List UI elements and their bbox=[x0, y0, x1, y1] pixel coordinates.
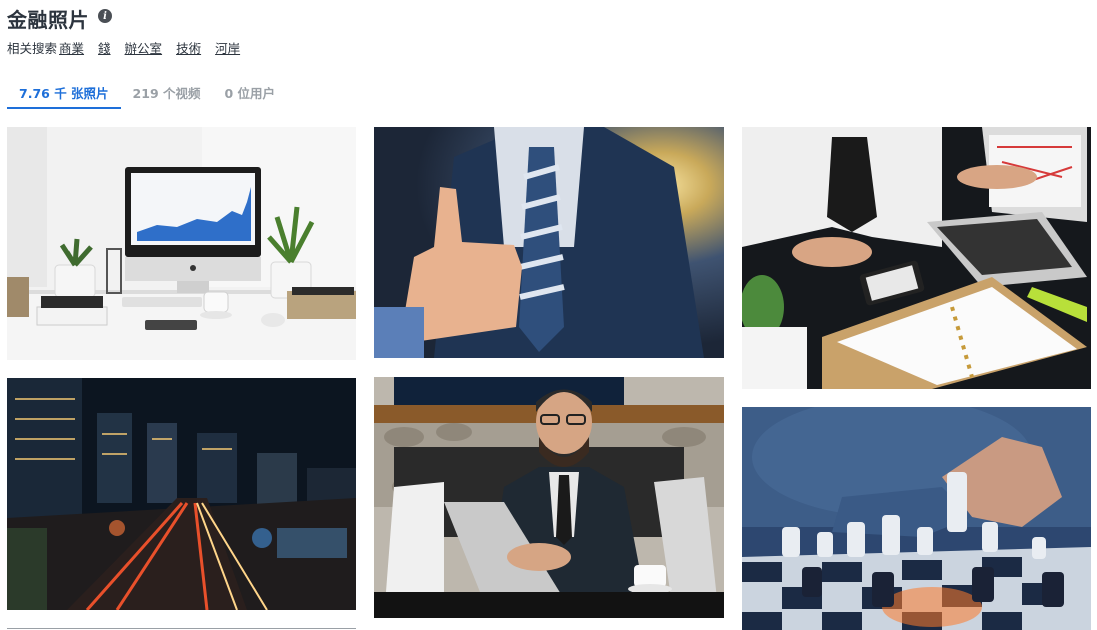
photo-office-meeting-image bbox=[742, 127, 1091, 389]
divider-line bbox=[7, 628, 356, 629]
photo-chess-image bbox=[742, 407, 1091, 630]
related-searches-label: 相关搜索 bbox=[7, 41, 58, 56]
related-link-money[interactable]: 錢 bbox=[98, 38, 111, 57]
tab-videos[interactable]: 219 个视频 bbox=[121, 76, 213, 108]
related-link-business[interactable]: 商業 bbox=[59, 38, 84, 57]
photo-desk-imac[interactable] bbox=[7, 127, 356, 360]
photo-night-city-image bbox=[7, 378, 356, 610]
related-link-technology[interactable]: 技術 bbox=[176, 38, 201, 57]
photo-man-laptop[interactable] bbox=[374, 377, 724, 618]
tab-users[interactable]: 0 位用户 bbox=[213, 76, 288, 108]
photo-man-laptop-image bbox=[374, 377, 724, 618]
page-title: 金融照片 bbox=[7, 7, 89, 32]
photo-night-city[interactable] bbox=[7, 378, 356, 610]
media-tabs: 7.76 千 张照片 219 个视频 0 位用户 bbox=[7, 76, 288, 109]
related-searches: 相关搜索 商業 錢 辦公室 技術 河岸 bbox=[7, 38, 254, 57]
photo-chess[interactable] bbox=[742, 407, 1091, 630]
page-header: 金融照片 i bbox=[7, 5, 112, 32]
tab-photos[interactable]: 7.76 千 张照片 bbox=[7, 76, 121, 109]
related-link-office[interactable]: 辦公室 bbox=[125, 38, 163, 57]
related-link-riverside[interactable]: 河岸 bbox=[215, 38, 240, 57]
photo-thumbs-up[interactable] bbox=[374, 127, 724, 358]
photo-desk-imac-image bbox=[7, 127, 356, 360]
photo-thumbs-up-image bbox=[374, 127, 724, 358]
info-icon[interactable]: i bbox=[98, 9, 112, 23]
photo-office-meeting[interactable] bbox=[742, 127, 1091, 389]
